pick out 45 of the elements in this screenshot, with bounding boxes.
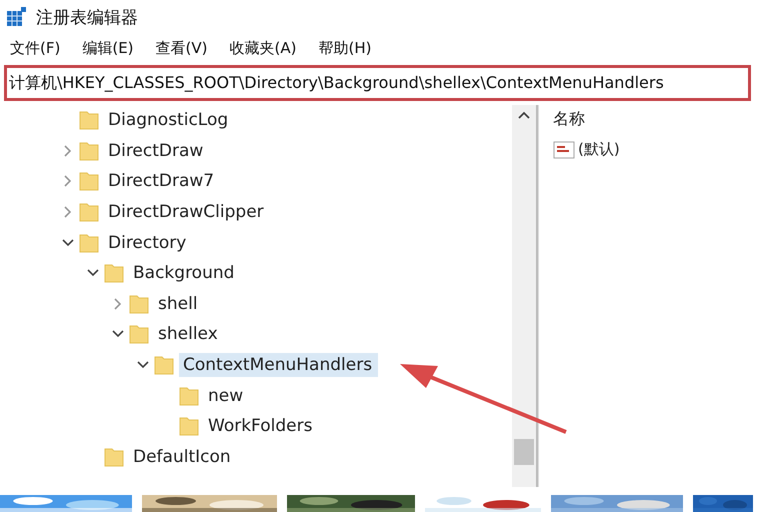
- tree-item[interactable]: WorkFolders: [204, 414, 318, 438]
- tree-item[interactable]: new: [204, 384, 250, 408]
- tree-item[interactable]: Directory: [104, 230, 192, 255]
- window-title: 注册表编辑器: [36, 6, 138, 28]
- tree-item[interactable]: Background: [129, 261, 240, 286]
- expand-chevron-icon[interactable]: [114, 298, 122, 310]
- folder-icon: [78, 170, 100, 192]
- folder-icon: [178, 384, 200, 407]
- expand-chevron-icon[interactable]: [64, 175, 72, 188]
- expand-chevron-icon[interactable]: [64, 206, 72, 218]
- string-value-icon: [553, 140, 575, 158]
- tree-item[interactable]: ContextMenuHandlers: [179, 353, 378, 378]
- folder-icon: [103, 446, 125, 468]
- folder-icon: [103, 262, 125, 284]
- folder-icon: [78, 109, 100, 132]
- tree-item[interactable]: DiagnosticLog: [104, 108, 234, 132]
- menu-item[interactable]: 文件(F): [10, 38, 60, 58]
- expand-chevron-icon[interactable]: [64, 144, 72, 157]
- menu-item[interactable]: 帮助(H): [318, 38, 372, 58]
- menu-item[interactable]: 收藏夹(A): [230, 38, 296, 58]
- registry-grid-icon: [6, 7, 26, 27]
- collapse-chevron-icon[interactable]: [87, 269, 99, 278]
- folder-icon: [128, 323, 150, 346]
- folder-icon: [78, 232, 100, 254]
- collapse-chevron-icon[interactable]: [62, 238, 74, 247]
- collapse-chevron-icon[interactable]: [112, 330, 124, 338]
- tree-item[interactable]: DirectDraw: [104, 138, 210, 163]
- value-name[interactable]: (默认): [578, 140, 620, 159]
- folder-icon: [153, 354, 175, 376]
- tree-item[interactable]: shell: [154, 292, 204, 316]
- folder-icon: [178, 415, 200, 438]
- folder-icon: [78, 201, 100, 224]
- menu-item[interactable]: 查看(V): [156, 38, 208, 58]
- tree-item[interactable]: DirectDrawClipper: [104, 200, 270, 224]
- folder-icon: [78, 140, 100, 162]
- tree-item[interactable]: DefaultIcon: [129, 444, 237, 469]
- menu-item[interactable]: 编辑(E): [82, 38, 134, 58]
- tree-item[interactable]: shellex: [154, 322, 224, 346]
- tree-item[interactable]: DirectDraw7: [104, 169, 220, 194]
- collapse-chevron-icon[interactable]: [137, 361, 149, 370]
- address-field[interactable]: 计算机\HKEY_CLASSES_ROOT\Directory\Background\shellex\ContextMenuHandlers: [4, 65, 751, 101]
- scrollbar-thumb[interactable]: [514, 439, 534, 465]
- folder-icon: [128, 292, 150, 315]
- scroll-up-icon[interactable]: [518, 111, 530, 119]
- column-header: 名称: [553, 109, 586, 130]
